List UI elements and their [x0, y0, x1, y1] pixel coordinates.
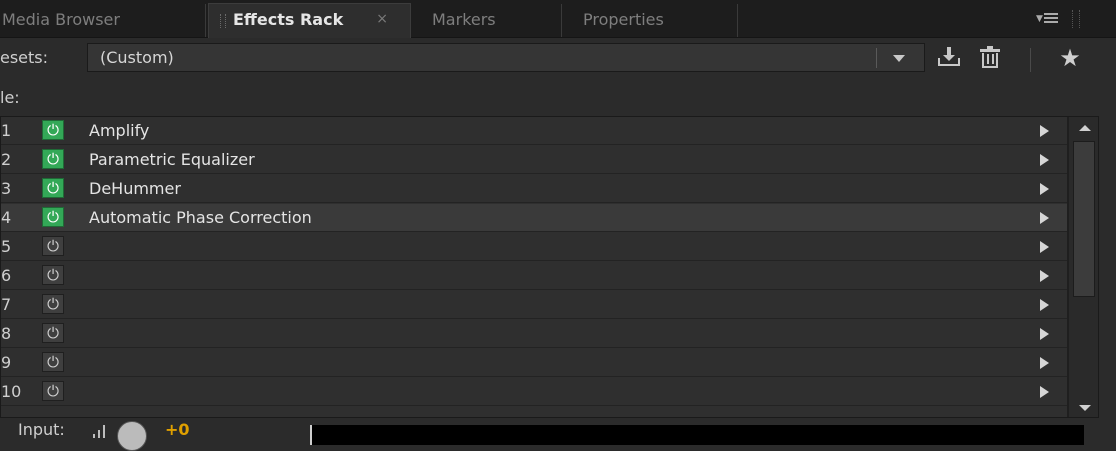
input-gain-value[interactable]: +0 — [165, 420, 190, 439]
rack-slot-7[interactable]: 7 ⏻ — [1, 291, 1067, 319]
toolbar-divider — [1030, 48, 1031, 72]
presets-label: esets: — [0, 48, 49, 67]
rack-slot-6[interactable]: 6 ⏻ — [1, 262, 1067, 290]
rack-slot-9[interactable]: 9 ⏻ — [1, 349, 1067, 377]
input-gain-knob[interactable] — [117, 421, 147, 451]
scroll-down-icon[interactable] — [1079, 405, 1091, 411]
tab-markers[interactable]: Markers — [412, 4, 562, 37]
tab-markers-label: Markers — [432, 10, 496, 29]
power-icon[interactable]: ⏻ — [42, 265, 64, 285]
play-arrow-icon[interactable] — [1040, 270, 1049, 282]
power-icon[interactable]: ⏻ — [42, 120, 64, 140]
tab-effects-rack-label: Effects Rack — [233, 10, 344, 29]
rack-slot-1[interactable]: 1 ⏻ Amplify — [1, 117, 1067, 145]
panel-menu-button[interactable]: ▼ — [1036, 9, 1062, 29]
power-icon[interactable]: ⏻ — [42, 381, 64, 401]
star-icon: ★ — [1059, 44, 1081, 72]
effect-name: Parametric Equalizer — [89, 150, 255, 169]
presets-row: esets: (Custom) ★ — [0, 38, 1116, 80]
power-icon[interactable]: ⏻ — [42, 352, 64, 372]
trash-icon — [982, 53, 998, 68]
slot-number: 5 — [1, 237, 12, 256]
rack-slot-3[interactable]: 3 ⏻ DeHummer — [1, 175, 1067, 203]
level-bar — [103, 425, 105, 438]
scroll-up-icon[interactable] — [1079, 125, 1091, 131]
tab-media-browser[interactable]: Media Browser — [0, 4, 206, 37]
presets-value: (Custom) — [100, 48, 174, 67]
play-arrow-icon[interactable] — [1040, 154, 1049, 166]
rack-slot-2[interactable]: 2 ⏻ Parametric Equalizer — [1, 146, 1067, 174]
play-arrow-icon[interactable] — [1040, 386, 1049, 398]
slot-number: 6 — [1, 266, 12, 285]
power-icon[interactable]: ⏻ — [42, 323, 64, 343]
input-label: Input: — [18, 420, 65, 439]
play-arrow-icon[interactable] — [1040, 241, 1049, 253]
tab-media-browser-label: Media Browser — [2, 10, 120, 29]
presets-dropdown[interactable]: (Custom) — [87, 43, 925, 72]
play-arrow-icon[interactable] — [1040, 125, 1049, 137]
power-icon[interactable]: ⏻ — [42, 178, 64, 198]
scroll-thumb[interactable] — [1073, 141, 1095, 297]
play-arrow-icon[interactable] — [1040, 212, 1049, 224]
power-icon[interactable]: ⏻ — [42, 236, 64, 256]
effect-name: Automatic Phase Correction — [89, 208, 312, 227]
save-arrow-head — [943, 55, 955, 61]
level-bar — [93, 434, 95, 438]
rack-slot-4[interactable]: 4 ⏻ Automatic Phase Correction — [1, 204, 1067, 232]
slot-number: 1 — [1, 121, 12, 140]
dropdown-divider — [876, 48, 877, 68]
favorite-button[interactable]: ★ — [1055, 44, 1085, 72]
panel-menu-arrow-icon: ▼ — [1036, 14, 1043, 24]
input-row: Input: +0 — [0, 420, 1116, 451]
tab-properties[interactable]: Properties — [563, 4, 738, 37]
slot-number: 3 — [1, 179, 12, 198]
trash-icon-lid — [980, 49, 1000, 52]
power-icon[interactable]: ⏻ — [42, 294, 64, 314]
effect-name: DeHummer — [89, 179, 181, 198]
close-tab-icon[interactable]: × — [376, 4, 388, 35]
panel-grip-icon[interactable] — [1072, 10, 1080, 28]
panel-tab-bar: Media Browser Effects Rack × Markers Pro… — [0, 0, 1116, 38]
delete-preset-button[interactable] — [975, 44, 1005, 72]
effect-name: Amplify — [89, 121, 150, 140]
rack-scrollbar[interactable] — [1069, 117, 1098, 417]
input-level-meter — [310, 425, 1084, 445]
slot-number: 9 — [1, 353, 12, 372]
power-icon[interactable]: ⏻ — [42, 207, 64, 227]
slot-number: 8 — [1, 324, 12, 343]
rack-slot-8[interactable]: 8 ⏻ — [1, 320, 1067, 348]
slot-number: 2 — [1, 150, 12, 169]
panel-menu-icon — [1044, 13, 1058, 23]
tab-properties-label: Properties — [583, 10, 664, 29]
effects-rack-list: 1 ⏻ Amplify 2 ⏻ Parametric Equalizer 3 ⏻… — [0, 116, 1099, 418]
rack-slot-10[interactable]: 10 ⏻ — [1, 378, 1067, 406]
play-arrow-icon[interactable] — [1040, 299, 1049, 311]
chevron-down-icon[interactable] — [893, 55, 905, 62]
level-icon — [93, 424, 109, 438]
save-preset-button[interactable] — [934, 44, 964, 72]
tab-effects-rack[interactable]: Effects Rack × — [208, 3, 411, 38]
play-arrow-icon[interactable] — [1040, 328, 1049, 340]
slot-number: 7 — [1, 295, 12, 314]
slot-number: 4 — [1, 208, 12, 227]
rack-slot-5[interactable]: 5 ⏻ — [1, 233, 1067, 261]
tab-grip-icon[interactable] — [220, 14, 226, 28]
slot-number: 10 — [1, 382, 22, 401]
play-arrow-icon[interactable] — [1040, 357, 1049, 369]
play-arrow-icon[interactable] — [1040, 183, 1049, 195]
level-bar — [98, 430, 100, 438]
power-icon[interactable]: ⏻ — [42, 149, 64, 169]
file-label: le: — [0, 88, 20, 107]
